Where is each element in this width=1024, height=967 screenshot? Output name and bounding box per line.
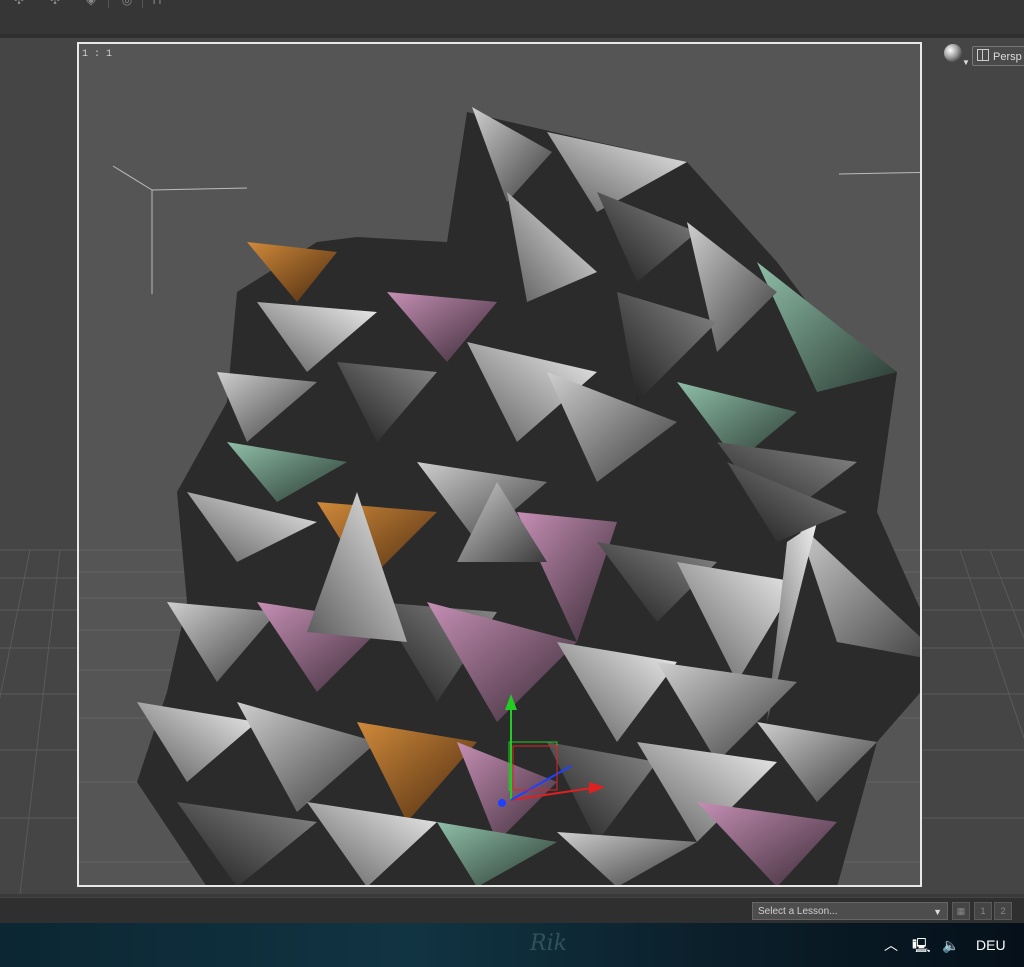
scene-render xyxy=(79,107,922,887)
aspect-ratio-label: 1 : 1 xyxy=(82,49,113,60)
target-icon[interactable]: ◎ xyxy=(120,0,134,6)
render-frame[interactable] xyxy=(77,42,922,887)
lesson-bar: Select a Lesson... ▼ ▦ 1 2 xyxy=(0,897,1024,924)
movie-icon[interactable]: ▦ xyxy=(952,902,970,920)
network-icon[interactable]: 🖳 xyxy=(912,923,931,967)
chevron-down-icon[interactable]: ▼ xyxy=(962,58,970,67)
taskbar: Rik ︿ 🖳 🔈 DEU xyxy=(0,923,1024,967)
wallpaper-signature: Rik xyxy=(530,931,567,956)
top-toolbar: ✣ ✣ ◈ ◎ ⊓ xyxy=(0,0,1024,35)
lesson-select-label: Select a Lesson... xyxy=(758,906,838,917)
lesson-page-1[interactable]: 1 xyxy=(974,902,992,920)
language-indicator[interactable]: DEU xyxy=(976,923,1006,967)
grid-icon xyxy=(977,49,989,61)
shard-object[interactable] xyxy=(137,107,922,887)
frame-icon[interactable]: ⊓ xyxy=(150,0,164,6)
chevron-up-icon[interactable]: ︿ xyxy=(884,923,898,967)
3d-viewport[interactable]: 1 : 1 ▼ Persp xyxy=(0,38,1024,894)
lesson-select[interactable]: Select a Lesson... ▼ xyxy=(752,902,948,920)
chevron-down-icon: ▼ xyxy=(933,907,942,917)
camera-select-button[interactable]: Persp xyxy=(972,46,1024,66)
move-icon[interactable]: ✣ xyxy=(48,0,62,6)
scale-icon[interactable]: ◈ xyxy=(84,0,98,6)
camera-sphere-icon[interactable] xyxy=(944,44,962,62)
speaker-icon[interactable]: 🔈 xyxy=(942,923,959,967)
rotate-icon[interactable]: ✣ xyxy=(12,0,26,6)
camera-label: Persp xyxy=(993,51,1022,63)
light-gizmo-left xyxy=(112,165,248,294)
lesson-page-2[interactable]: 2 xyxy=(994,902,1012,920)
camera-controls: ▼ Persp xyxy=(944,44,1024,68)
toolbar-separator xyxy=(108,0,109,8)
light-gizmo-right xyxy=(838,171,920,175)
toolbar-separator xyxy=(142,0,143,8)
